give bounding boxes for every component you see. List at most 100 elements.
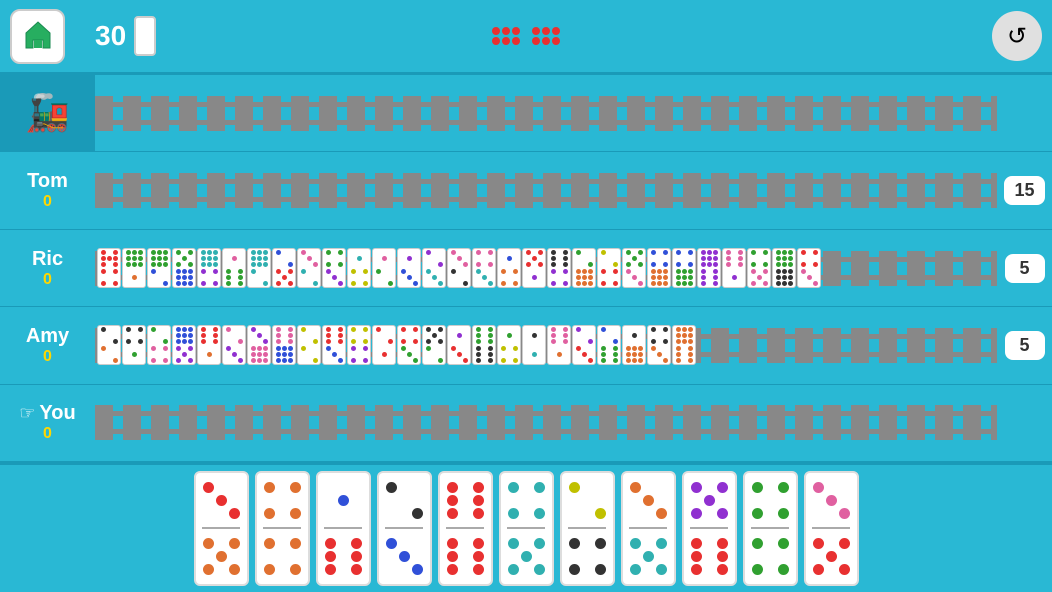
domino[interactable] [697,248,721,288]
domino[interactable] [272,325,296,365]
domino[interactable] [247,248,271,288]
player-slot-you: ☞ You 0 [0,385,95,462]
domino[interactable] [297,248,321,288]
domino[interactable] [722,248,746,288]
domino[interactable] [597,248,621,288]
domino[interactable] [397,248,421,288]
top-bar: 30 ↺ [0,0,1052,75]
domino[interactable] [147,248,171,288]
left-panel: 🚂 Tom 0 Ric 0 Amy 0 ☞ You [0,75,95,462]
center-domino-display [492,27,560,45]
player-name-ric: Ric [32,248,63,271]
score-tile [134,16,156,56]
home-button[interactable] [10,9,65,64]
hand-domino[interactable] [621,471,676,586]
hand-domino[interactable] [560,471,615,586]
hand-domino[interactable] [316,471,371,586]
score-number: 30 [95,20,126,52]
domino[interactable] [422,325,446,365]
domino[interactable] [472,325,496,365]
score-badge-tom: 15 [997,152,1052,229]
domino[interactable] [297,325,321,365]
domino[interactable] [447,325,471,365]
player-score-ric: 0 [43,271,52,289]
player-name-you: You [39,402,75,425]
domino[interactable] [247,325,271,365]
domino[interactable] [647,248,671,288]
player-score-you: 0 [43,425,52,443]
hand-area: (function() { const handColors = [ ['#e8… [0,462,1052,592]
track-row-you [95,385,997,462]
domino[interactable] [222,248,246,288]
domino[interactable] [497,325,521,365]
hand-domino[interactable] [804,471,859,586]
domino[interactable] [422,248,446,288]
hand-domino[interactable] [499,471,554,586]
player-name-amy: Amy [26,325,69,348]
domino[interactable] [372,325,396,365]
domino[interactable] [622,325,646,365]
domino[interactable] [222,325,246,365]
domino[interactable] [97,325,121,365]
domino[interactable] [447,248,471,288]
domino[interactable] [147,325,171,365]
hand-domino[interactable] [682,471,737,586]
domino[interactable] [647,325,671,365]
domino[interactable] [322,325,346,365]
domino[interactable] [122,248,146,288]
hand-domino[interactable] [377,471,432,586]
domino[interactable] [322,248,346,288]
ric-score-badge: 5 [1005,254,1045,283]
refresh-button[interactable]: ↺ [992,11,1042,61]
domino[interactable] [347,325,371,365]
train-icon: 🚂 [25,92,70,134]
score-badge-amy: 5 [997,307,1052,384]
hand-domino[interactable] [438,471,493,586]
domino[interactable] [472,248,496,288]
domino[interactable] [97,248,121,288]
score-badge-you [997,385,1052,462]
hand-domino[interactable] [743,471,798,586]
amy-dominoes: (function() { const colors = ['#e83030',… [95,325,696,365]
domino[interactable] [397,325,421,365]
track-row-train [95,75,997,152]
domino[interactable] [197,248,221,288]
domino[interactable] [522,248,546,288]
domino[interactable] [672,248,696,288]
player-slot-train: 🚂 [0,75,95,152]
domino[interactable] [572,325,596,365]
domino[interactable] [522,325,546,365]
domino[interactable] [597,325,621,365]
score-display: 30 [95,16,156,56]
hand-domino[interactable] [255,471,310,586]
domino[interactable] [197,325,221,365]
domino[interactable] [772,248,796,288]
player-slot-tom: Tom 0 [0,152,95,229]
amy-score-badge: 5 [1005,331,1045,360]
domino[interactable] [272,248,296,288]
domino[interactable] [372,248,396,288]
domino[interactable] [797,248,821,288]
domino[interactable] [172,325,196,365]
domino[interactable] [122,325,146,365]
game-container: 30 ↺ 🚂 Tom 0 [0,0,1052,592]
hand-domino[interactable] [194,471,249,586]
domino[interactable] [622,248,646,288]
ric-dominoes: (function() { const colors = ['#e83030',… [95,248,821,288]
current-turn-indicator: ☞ [19,403,35,424]
track-row-amy: (function() { const colors = ['#e83030',… [95,307,997,384]
tracks-area: (function() { const colors = ['#e83030',… [95,75,997,462]
domino[interactable] [497,248,521,288]
domino[interactable] [547,325,571,365]
domino[interactable] [572,248,596,288]
player-score-tom: 0 [43,193,52,211]
domino[interactable] [547,248,571,288]
domino[interactable] [347,248,371,288]
score-badge-ric: 5 [997,230,1052,307]
tom-score-badge: 15 [1004,176,1044,205]
domino[interactable] [672,325,696,365]
domino[interactable] [747,248,771,288]
track-row-tom [95,152,997,229]
domino[interactable] [172,248,196,288]
score-badge-train [997,75,1052,152]
